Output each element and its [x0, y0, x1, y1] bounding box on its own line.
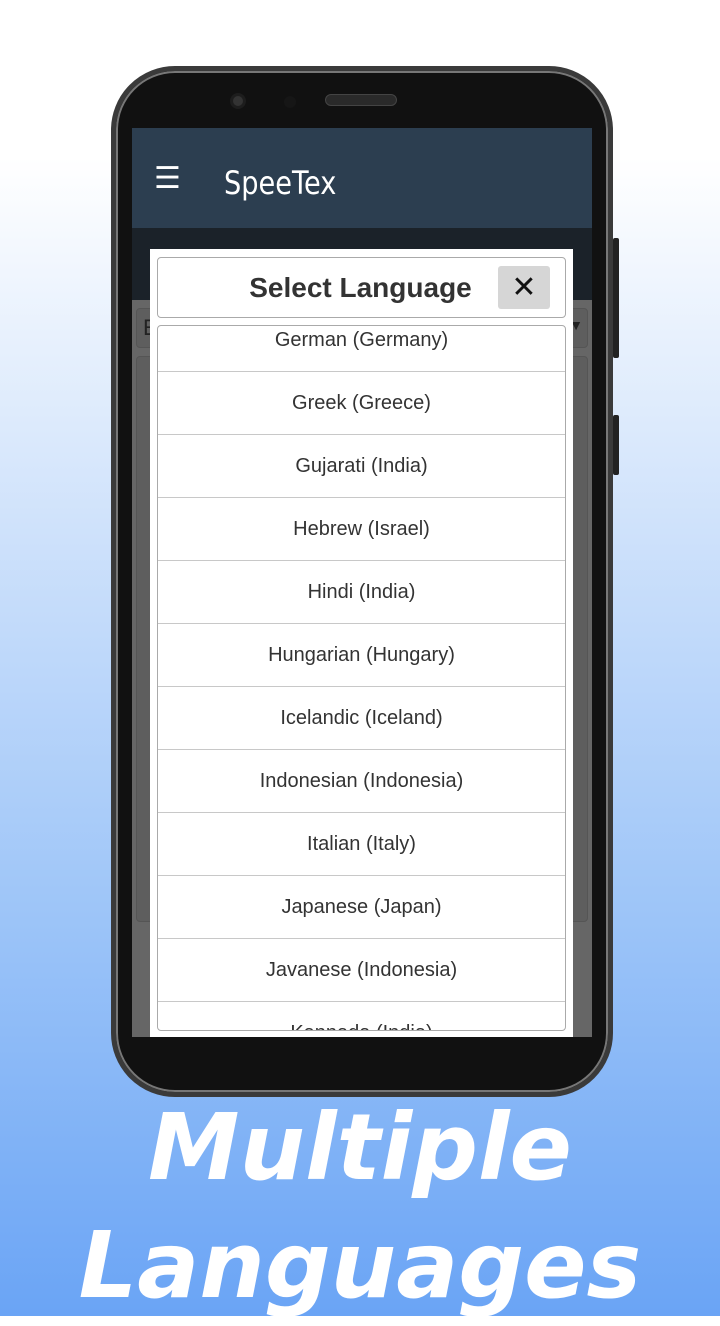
phone-screen: ☰ SpeeTex E▼ Select Language ✕ German (G…: [132, 128, 592, 1037]
earpiece-speaker: [325, 94, 397, 106]
language-item[interactable]: German (Germany): [158, 326, 565, 372]
front-camera-icon: [230, 93, 246, 109]
sensor-icon: [284, 96, 296, 108]
language-item[interactable]: Javanese (Indonesia): [158, 939, 565, 1002]
power-button: [613, 415, 619, 475]
close-button[interactable]: ✕: [498, 266, 550, 309]
language-list[interactable]: German (Germany) Greek (Greece) Gujarati (…: [157, 325, 566, 1031]
language-item[interactable]: Hebrew (Israel): [158, 498, 565, 561]
language-item[interactable]: Kannada (India): [158, 1002, 565, 1030]
language-item[interactable]: Icelandic (Iceland): [158, 687, 565, 750]
dialog-header: Select Language ✕: [157, 257, 566, 318]
app-title: SpeeTex: [224, 164, 337, 202]
language-item[interactable]: Japanese (Japan): [158, 876, 565, 939]
language-item[interactable]: Italian (Italy): [158, 813, 565, 876]
app-bar: ☰ SpeeTex: [132, 128, 592, 228]
language-item[interactable]: Indonesian (Indonesia): [158, 750, 565, 813]
tagline-line2: Languages: [78, 1212, 642, 1319]
language-item[interactable]: Hindi (India): [158, 561, 565, 624]
select-language-dialog: Select Language ✕ German (Germany) Greek …: [150, 249, 573, 1037]
language-item[interactable]: Greek (Greece): [158, 372, 565, 435]
volume-button: [613, 238, 619, 358]
tagline-line1: Multiple: [148, 1094, 572, 1201]
hamburger-menu-icon[interactable]: ☰: [154, 164, 181, 194]
language-item[interactable]: Hungarian (Hungary): [158, 624, 565, 687]
language-item[interactable]: Gujarati (India): [158, 435, 565, 498]
